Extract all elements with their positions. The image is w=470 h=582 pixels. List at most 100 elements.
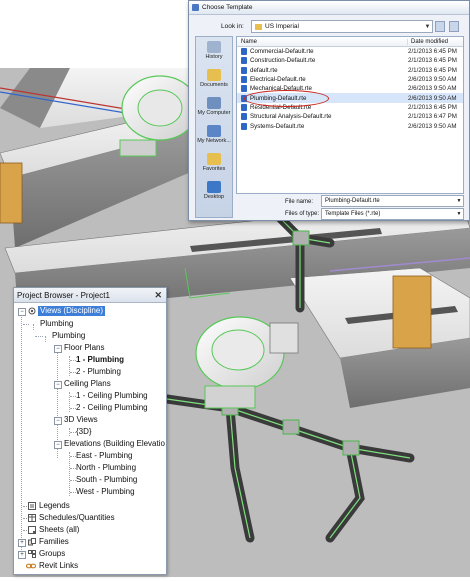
chevron-down-icon[interactable]: ▼ (455, 211, 463, 217)
tree-ceiling-plans[interactable]: Ceiling Plans (64, 379, 111, 389)
close-icon[interactable]: ✕ (154, 290, 162, 301)
tree-guide (23, 324, 29, 325)
place-documents[interactable]: Documents (196, 69, 232, 88)
place-label: My Network... (197, 138, 231, 144)
collapse-toggle[interactable]: − (54, 441, 62, 449)
tree-guide (23, 506, 27, 507)
expand-toggle[interactable]: + (18, 539, 26, 547)
file-date: 2/1/2013 6:45 PM (408, 66, 457, 74)
tree-guide (45, 336, 46, 342)
tree-3d-views[interactable]: 3D Views (64, 415, 98, 425)
file-date: 2/1/2013 6:45 PM (408, 48, 457, 56)
highlight-circle (244, 90, 329, 107)
file-name: Structural Analysis-Default.rte (250, 113, 332, 121)
tree-guide (33, 324, 34, 330)
look-in-value: US Imperial (265, 23, 299, 30)
file-list[interactable]: Name Date modified Commercial-Default.rt… (236, 36, 464, 194)
dialog-titlebar: Choose Template (189, 1, 469, 15)
chevron-down-icon[interactable]: ▼ (455, 198, 463, 204)
tree-plumbing[interactable]: Plumbing (40, 319, 73, 329)
project-browser-title: Project Browser - Project1 (17, 290, 110, 300)
rte-file-icon (241, 57, 247, 65)
tree-2-plumbing[interactable]: 2 - Plumbing (76, 367, 121, 377)
file-name-label: File name: (285, 199, 314, 205)
place-history[interactable]: History (196, 41, 232, 60)
file-row[interactable]: Systems-Default.rte 2/6/2013 9:50 AM (237, 121, 463, 130)
file-name-input[interactable]: Plumbing-Default.rte ▼ (321, 195, 464, 207)
collapse-toggle[interactable]: − (18, 308, 26, 316)
tree-guide (69, 452, 70, 496)
file-row[interactable]: Commercial-Default.rte 2/1/2013 6:45 PM (237, 47, 463, 56)
tree-2-ceiling-plumbing[interactable]: 2 - Ceiling Plumbing (76, 403, 148, 413)
tree-guide (35, 336, 43, 337)
tree-floor-plans[interactable]: Floor Plans (64, 343, 104, 353)
file-name: Commercial-Default.rte (250, 48, 314, 56)
file-row[interactable]: Construction-Default.rte 2/1/2013 6:45 PM (237, 56, 463, 65)
column-date-modified[interactable]: Date modified (408, 39, 448, 45)
file-date: 2/6/2013 9:50 AM (408, 122, 457, 130)
dialog-title: Choose Template (202, 4, 253, 11)
expand-toggle[interactable]: + (18, 551, 26, 559)
file-row[interactable]: default.rte 2/1/2013 6:45 PM (237, 66, 463, 75)
collapse-toggle[interactable]: − (54, 381, 62, 389)
tree-east-plumbing[interactable]: East - Plumbing (76, 451, 132, 461)
tree-north-plumbing[interactable]: North - Plumbing (76, 463, 136, 473)
look-in-dropdown[interactable]: US Imperial ▼ (251, 20, 433, 33)
tree-plumbing-sub[interactable]: Plumbing (52, 331, 85, 341)
tree-1-ceiling-plumbing[interactable]: 1 - Ceiling Plumbing (76, 391, 148, 401)
legends-icon (28, 502, 36, 510)
tree-revit-links[interactable]: Revit Links (39, 561, 78, 571)
tree-families[interactable]: Families (39, 537, 69, 547)
tree-elevations[interactable]: Elevations (Building Elevatio (64, 439, 165, 449)
place-favorites[interactable]: Favorites (196, 153, 232, 172)
folder-icon (255, 23, 262, 30)
place-my-computer[interactable]: My Computer (196, 97, 232, 116)
history-icon (207, 41, 221, 53)
place-label: Desktop (203, 194, 225, 200)
column-name[interactable]: Name (237, 38, 408, 45)
tree-legends[interactable]: Legends (39, 501, 70, 511)
revit-links-icon (26, 563, 36, 569)
families-icon (28, 538, 36, 546)
sheets-icon (28, 526, 36, 534)
views-icon (28, 307, 36, 315)
back-icon[interactable] (435, 21, 445, 32)
place-label: My Computer (197, 110, 231, 116)
tree-views-discipline[interactable]: Views (Discipline) (38, 306, 105, 316)
schedules-icon (28, 514, 36, 522)
desktop-icon (207, 181, 221, 193)
tree-3d[interactable]: {3D} (76, 427, 92, 437)
computer-icon (207, 97, 221, 109)
collapse-toggle[interactable]: − (54, 345, 62, 353)
tree-groups[interactable]: Groups (39, 549, 65, 559)
file-name: Electrical-Default.rte (250, 76, 306, 84)
tree-sheets-all[interactable]: Sheets (all) (39, 525, 79, 535)
tree-south-plumbing[interactable]: South - Plumbing (76, 475, 137, 485)
file-date: 2/1/2013 6:45 PM (408, 103, 457, 111)
rte-file-icon (241, 85, 247, 93)
rte-file-icon (241, 48, 247, 56)
collapse-toggle[interactable]: − (54, 417, 62, 425)
tree-1-plumbing[interactable]: 1 - Plumbing (76, 355, 124, 365)
place-my-network[interactable]: My Network... (196, 125, 232, 144)
rte-file-icon (241, 76, 247, 84)
favorites-icon (207, 153, 221, 165)
place-label: Favorites (202, 166, 226, 172)
dialog-toolbar (435, 21, 459, 32)
place-label: Documents (200, 82, 228, 88)
file-row[interactable]: Electrical-Default.rte 2/6/2013 9:50 AM (237, 75, 463, 84)
files-of-type-dropdown[interactable]: Template Files (*.rte) ▼ (321, 208, 464, 220)
place-desktop[interactable]: Desktop (196, 181, 232, 200)
rte-file-icon (241, 103, 247, 111)
tree-west-plumbing[interactable]: West - Plumbing (76, 487, 135, 497)
rte-file-icon (241, 66, 247, 74)
up-folder-icon[interactable] (449, 21, 459, 32)
rte-file-icon (241, 122, 247, 130)
tree-schedules-quantities[interactable]: Schedules/Quantities (39, 513, 115, 523)
look-in-label: Look in: (221, 23, 244, 30)
tree-guide (69, 392, 70, 412)
file-row[interactable]: Structural Analysis-Default.rte 2/1/2013 … (237, 112, 463, 121)
file-name: Construction-Default.rte (250, 57, 316, 65)
chevron-down-icon: ▼ (424, 23, 431, 30)
file-name-value: Plumbing-Default.rte (325, 198, 380, 204)
